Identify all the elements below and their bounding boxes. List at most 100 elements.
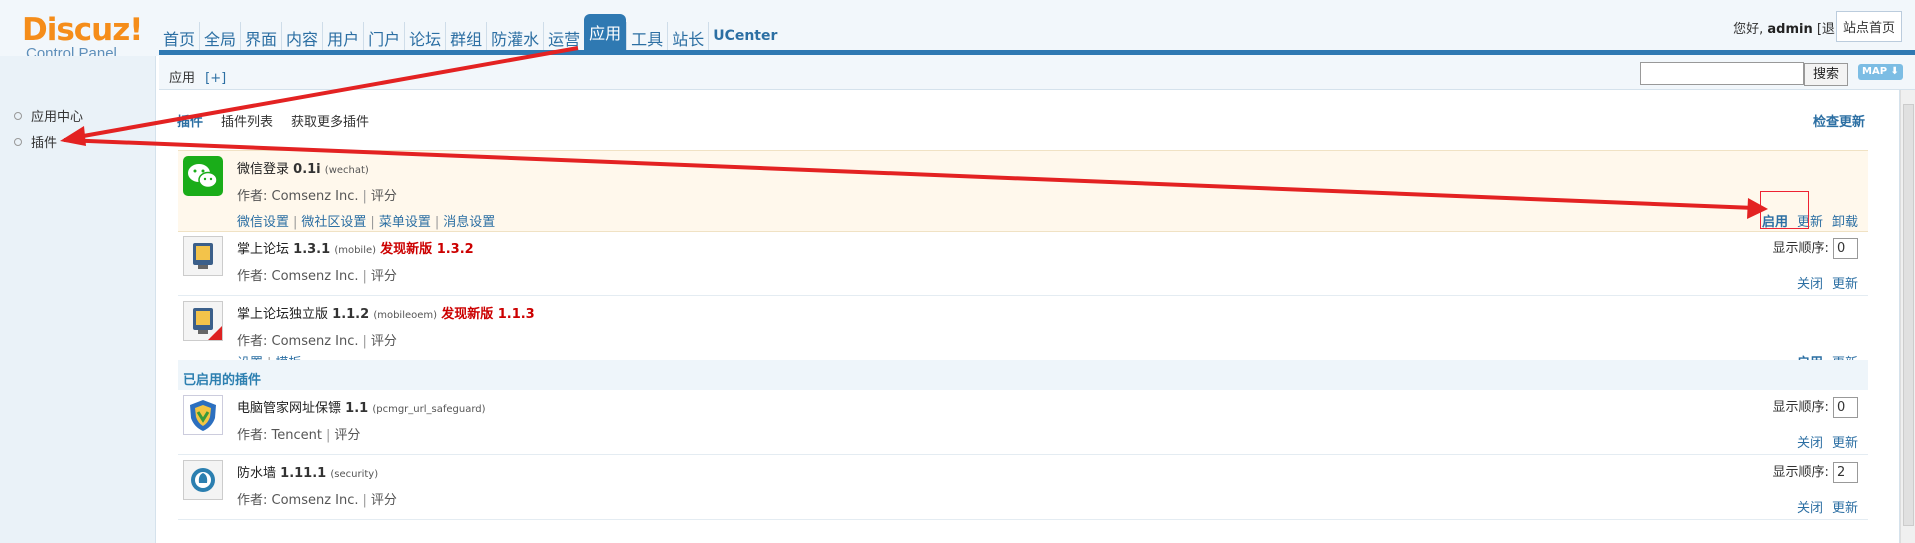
update-button[interactable]: 更新 [1832,501,1858,516]
wechat-settings-link[interactable]: 微信设置 [237,215,289,230]
sidebar-item-plugins[interactable]: 插件 [14,132,57,151]
nav-underline [159,50,1915,55]
plugin-id: (mobile) [334,245,377,256]
nav-portal[interactable]: 门户 [363,22,404,52]
logo[interactable]: Discuz! Control Panel [22,14,143,62]
message-settings-link[interactable]: 消息设置 [443,215,495,230]
mobile-oem-icon [183,301,223,341]
sidebar-item-label: 应用中心 [31,110,84,125]
author-text: 作者: Comsenz Inc. [237,269,359,284]
add-shortcut-link[interactable]: [+] [205,71,226,86]
rate-link[interactable]: 评分 [371,493,397,508]
breadcrumb-current: 应用 [169,71,196,86]
close-button[interactable]: 关闭 [1797,277,1823,292]
username: admin [1767,22,1813,37]
display-order-label: 显示顺序: [1772,241,1829,256]
plugin-author: 作者: Comsenz Inc. | 评分 [237,493,397,508]
main-panel: 插件 插件列表 获取更多插件 检查更新 微信登录 0.1i (wechat) 作… [159,90,1900,543]
nav-user[interactable]: 用户 [322,22,363,52]
nav-operation[interactable]: 运营 [543,22,584,52]
security-icon [183,460,223,500]
content-area: 应用 [+] 搜索 MAP ⬇ 插件 插件列表 获取更多插件 检查更新 微信登录… [159,56,1915,543]
site-home-button[interactable]: 站点首页 [1835,11,1902,42]
plugin-id: (pcmgr_url_safeguard) [372,404,486,415]
update-button[interactable]: 更新 [1832,436,1858,451]
nav-antispam[interactable]: 防灌水 [486,22,543,52]
plugin-name: 掌上论坛独立版 [237,307,329,322]
vertical-scrollbar[interactable] [1900,90,1915,543]
rate-link[interactable]: 评分 [371,189,397,204]
bullet-icon [14,137,22,146]
plugin-tabs: 插件 插件列表 获取更多插件 [177,111,369,130]
author-text: 作者: Comsenz Inc. [237,189,359,204]
display-order-input[interactable]: 2 [1833,462,1858,483]
nav-content[interactable]: 内容 [281,22,322,52]
plugin-id: (security) [330,469,379,480]
uninstall-button[interactable]: 卸载 [1832,215,1858,230]
display-order-label: 显示顺序: [1772,400,1829,415]
close-button[interactable]: 关闭 [1797,436,1823,451]
shield-icon [183,395,223,435]
plugin-author: 作者: Comsenz Inc. | 评分 [237,334,397,349]
plugin-version: 1.3.1 [293,242,331,257]
plugin-settings-links: 微信设置 | 微社区设置 | 菜单设置 | 消息设置 [237,215,496,230]
display-order-label: 显示顺序: [1772,465,1829,480]
close-button[interactable]: 关闭 [1797,501,1823,516]
greeting: 您好, [1733,22,1764,37]
display-order: 显示顺序: 0 [1772,396,1858,418]
new-version-notice[interactable]: 发现新版 1.1.3 [441,307,535,322]
rate-link[interactable]: 评分 [371,334,397,349]
author-text: 作者: Comsenz Inc. [237,334,359,349]
map-button[interactable]: MAP ⬇ [1858,64,1903,80]
plugin-title: 微信登录 0.1i (wechat) [237,158,369,177]
display-order-input[interactable]: 0 [1833,397,1858,418]
author-text: 作者: Comsenz Inc. [237,493,359,508]
nav-admin[interactable]: 站长 [667,22,708,52]
tab-plugins[interactable]: 插件 [177,111,203,130]
plugin-name: 微信登录 [237,162,290,177]
breadcrumb: 应用 [+] [169,67,226,86]
sidebar-item-app-center[interactable]: 应用中心 [14,106,83,125]
section-header [178,360,1868,390]
plugin-row-pcmgr: 电脑管家网址保镖 1.1 (pcmgr_url_safeguard) 作者: T… [178,390,1868,455]
enabled-plugins-title: 已启用的插件 [183,373,262,388]
plugin-actions: 关闭 更新 [1788,497,1858,516]
new-version-notice[interactable]: 发现新版 1.3.2 [380,242,474,257]
plugin-version: 0.1i [293,162,321,177]
nav-apps[interactable]: 应用 [584,14,627,52]
display-order: 显示顺序: 2 [1772,461,1858,483]
annotation-highlight-box [1760,191,1809,229]
nav-global[interactable]: 全局 [199,22,240,52]
nav-forum[interactable]: 论坛 [404,22,445,52]
plugin-actions: 关闭 更新 [1788,273,1858,292]
wechat-community-settings-link[interactable]: 微社区设置 [301,215,366,230]
search-input[interactable] [1640,62,1804,85]
nav-group[interactable]: 群组 [445,22,486,52]
header: Discuz! Control Panel 首页 全局 界面 内容 用户 门户 … [0,0,1915,62]
plugin-id: (mobileoem) [373,310,438,321]
bullet-icon [14,111,22,120]
scrollbar-thumb[interactable] [1903,104,1914,526]
nav-tools[interactable]: 工具 [626,22,667,52]
plugin-author: 作者: Comsenz Inc. | 评分 [237,269,397,284]
plugin-name: 掌上论坛 [237,242,290,257]
plugin-row-mobileoem: 掌上论坛独立版 1.1.2 (mobileoem) 发现新版 1.1.3 作者:… [178,296,1868,371]
tab-get-more-plugins[interactable]: 获取更多插件 [291,111,369,130]
sidebar-item-label: 插件 [31,136,58,151]
search-button[interactable]: 搜索 [1804,63,1848,86]
nav-home[interactable]: 首页 [159,22,199,52]
rate-link[interactable]: 评分 [371,269,397,284]
top-nav: 首页 全局 界面 内容 用户 门户 论坛 群组 防灌水 运营 应用 工具 站长 … [159,14,781,54]
plugin-title: 防水墙 1.11.1 (security) [237,462,378,481]
tab-plugin-list[interactable]: 插件列表 [221,111,273,130]
plugin-version: 1.11.1 [280,466,327,481]
update-button[interactable]: 更新 [1832,277,1858,292]
nav-style[interactable]: 界面 [240,22,281,52]
menu-settings-link[interactable]: 菜单设置 [379,215,431,230]
plugin-id: (wechat) [324,165,369,176]
check-update-link[interactable]: 检查更新 [1813,111,1865,130]
plugin-name: 电脑管家网址保镖 [237,401,342,416]
plugin-author: 作者: Comsenz Inc. | 评分 [237,189,397,204]
rate-link[interactable]: 评分 [334,428,360,443]
display-order-input[interactable]: 0 [1833,238,1858,259]
